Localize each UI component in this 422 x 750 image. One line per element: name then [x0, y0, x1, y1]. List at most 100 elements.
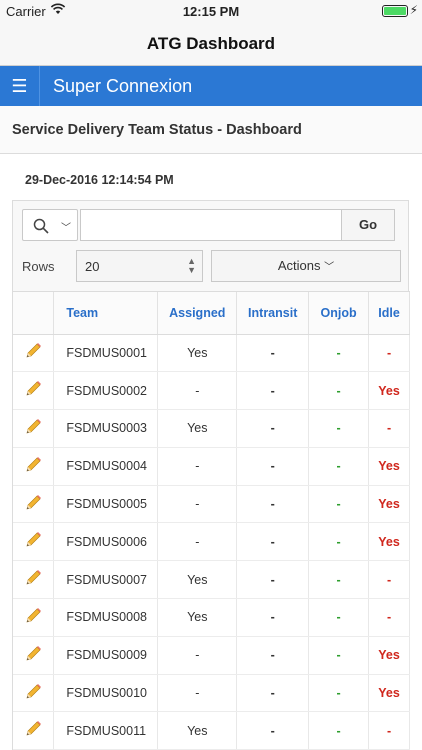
assigned-cell: Yes	[157, 560, 238, 600]
intransit-cell: -	[236, 485, 310, 524]
table-row: FSDMUS0010- - - Yes	[13, 674, 410, 713]
battery-icon	[382, 5, 408, 17]
edit-cell[interactable]	[13, 371, 55, 411]
team-cell: FSDMUS0008	[53, 598, 159, 637]
team-cell: FSDMUS0004	[53, 447, 159, 486]
team-cell: FSDMUS0007	[53, 560, 159, 600]
column-header-idle[interactable]: Idle	[368, 292, 410, 335]
table-row: FSDMUS0004- - - Yes	[13, 447, 410, 486]
onjob-cell: -	[308, 409, 370, 448]
edit-cell[interactable]	[13, 636, 55, 675]
hamburger-menu-button[interactable]: ☰	[0, 66, 40, 106]
pencil-icon[interactable]	[24, 531, 42, 552]
interactive-report: ﹀ Go Rows 20 ▲ ▼ Actions ﹀ Team Assigned …	[12, 200, 410, 750]
onjob-cell: -	[308, 711, 370, 750]
team-cell: FSDMUS0001	[53, 334, 159, 373]
table-row: FSDMUS0009- - - Yes	[13, 636, 410, 675]
hamburger-icon: ☰	[11, 76, 28, 96]
intransit-cell: -	[236, 334, 310, 373]
column-header-intransit[interactable]: Intransit	[236, 292, 310, 335]
onjob-cell: -	[308, 636, 370, 675]
table-row: FSDMUS0001 Yes - - -	[13, 334, 410, 373]
chevron-down-icon: ﹀	[61, 223, 71, 234]
onjob-cell: -	[308, 447, 370, 486]
edit-column-header	[13, 292, 55, 335]
intransit-cell: -	[236, 522, 310, 562]
idle-cell: Yes	[368, 371, 410, 411]
idle-cell: -	[368, 560, 410, 600]
assigned-cell: -	[157, 447, 238, 486]
onjob-cell: -	[308, 522, 370, 562]
search-column-button[interactable]: ﹀	[22, 209, 78, 241]
onjob-cell: -	[308, 334, 370, 373]
table-header-row: Team Assigned Intransit Onjob Idle	[13, 292, 410, 335]
table-row: FSDMUS0002- - - Yes	[13, 371, 410, 411]
assigned-cell: -	[157, 636, 238, 675]
pencil-icon[interactable]	[24, 380, 42, 401]
idle-cell: Yes	[368, 485, 410, 524]
team-cell: FSDMUS0006	[53, 522, 159, 562]
intransit-cell: -	[236, 636, 310, 675]
pencil-icon[interactable]	[24, 720, 42, 741]
select-arrows-icon: ▲ ▼	[187, 256, 196, 275]
intransit-cell: -	[236, 598, 310, 637]
assigned-cell: Yes	[157, 711, 238, 750]
edit-cell[interactable]	[13, 485, 55, 524]
edit-cell[interactable]	[13, 560, 55, 600]
pencil-icon[interactable]	[24, 494, 42, 515]
intransit-cell: -	[236, 711, 310, 750]
actions-menu-button[interactable]: Actions ﹀	[211, 250, 401, 282]
nav-title: ATG Dashboard	[146, 34, 276, 53]
content-area: 29-Dec-2016 12:14:54 PM ﹀ Go Rows 20 ▲ ▼ …	[0, 154, 422, 750]
rows-value: 20	[85, 259, 100, 274]
intransit-cell: -	[236, 674, 310, 713]
actions-label: Actions	[277, 258, 321, 273]
onjob-cell: -	[308, 371, 370, 411]
region-header: Service Delivery Team Status - Dashboard	[0, 106, 422, 154]
idle-cell: Yes	[368, 636, 410, 675]
rows-per-page-select[interactable]: 20 ▲ ▼	[76, 250, 203, 282]
pencil-icon[interactable]	[24, 418, 42, 439]
search-icon	[33, 218, 49, 234]
column-header-onjob[interactable]: Onjob	[308, 292, 370, 335]
pencil-icon[interactable]	[24, 607, 42, 628]
pencil-icon[interactable]	[24, 683, 42, 704]
idle-cell: -	[368, 334, 410, 373]
assigned-cell: Yes	[157, 598, 238, 637]
report-datetime: 29-Dec-2016 12:14:54 PM	[25, 173, 174, 187]
pencil-icon[interactable]	[24, 456, 42, 477]
edit-cell[interactable]	[13, 598, 55, 637]
assigned-cell: -	[157, 522, 238, 562]
intransit-cell: -	[236, 371, 310, 411]
team-cell: FSDMUS0011	[53, 711, 159, 750]
table-row: FSDMUS0007 Yes - - -	[13, 560, 410, 600]
edit-cell[interactable]	[13, 711, 55, 750]
idle-cell: Yes	[368, 522, 410, 562]
idle-cell: -	[368, 711, 410, 750]
onjob-cell: -	[308, 485, 370, 524]
pencil-icon[interactable]	[24, 342, 42, 363]
edit-cell[interactable]	[13, 447, 55, 486]
column-header-assigned[interactable]: Assigned	[157, 292, 238, 335]
app-header: ☰ Super Connexion	[0, 66, 422, 106]
chevron-down-icon: ﹀	[324, 262, 335, 273]
idle-cell: Yes	[368, 447, 410, 486]
edit-cell[interactable]	[13, 334, 55, 373]
column-header-team[interactable]: Team	[53, 292, 159, 335]
intransit-cell: -	[236, 447, 310, 486]
edit-cell[interactable]	[13, 522, 55, 562]
search-input[interactable]	[80, 209, 342, 241]
pencil-icon[interactable]	[24, 645, 42, 666]
status-bar: Carrier 12:15 PM ⚡	[0, 0, 422, 22]
table-row: FSDMUS0008 Yes - - -	[13, 598, 410, 637]
table-row: FSDMUS0011 Yes - - -	[13, 711, 410, 750]
edit-cell[interactable]	[13, 409, 55, 448]
navigation-bar: ATG Dashboard	[0, 22, 422, 66]
team-cell: FSDMUS0005	[53, 485, 159, 524]
go-button[interactable]: Go	[341, 209, 395, 241]
edit-cell[interactable]	[13, 674, 55, 713]
pencil-icon[interactable]	[24, 569, 42, 590]
team-cell: FSDMUS0009	[53, 636, 159, 675]
charging-icon: ⚡	[409, 3, 418, 17]
table-row: FSDMUS0005- - - Yes	[13, 485, 410, 524]
